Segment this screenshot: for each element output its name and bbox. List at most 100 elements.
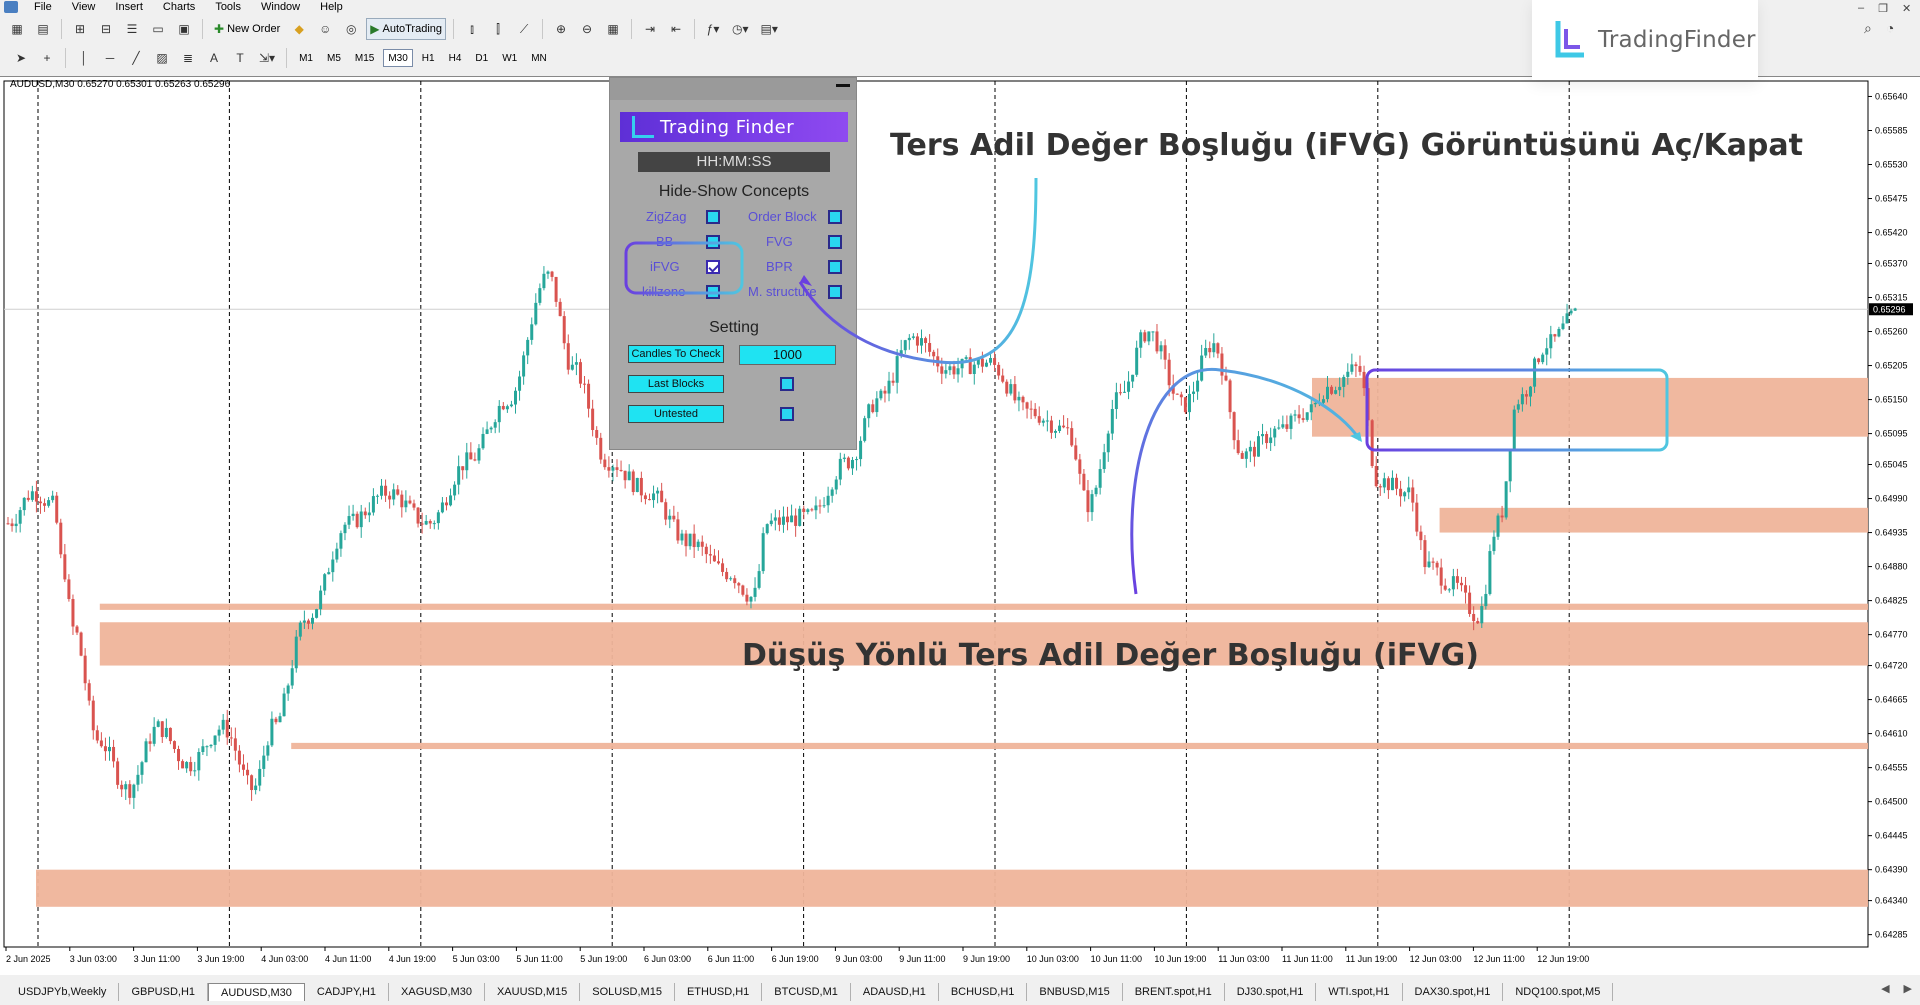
chart-tab[interactable]: ETHUSD,H1 — [675, 983, 763, 1001]
chart-tab[interactable]: BCHUSD,H1 — [939, 983, 1028, 1001]
chart-tab[interactable]: DAX30.spot,H1 — [1403, 983, 1504, 1001]
chart-tab[interactable]: DJ30.spot,H1 — [1225, 983, 1317, 1001]
last-blocks-button[interactable]: Last Blocks — [628, 375, 724, 393]
vertical-line-icon[interactable]: │ — [73, 47, 95, 69]
checkbox-untested[interactable] — [780, 407, 794, 421]
chart-canvas[interactable]: 2 Jun 2025 3 Jun 03:00 3 Jun 11:00 3 Jun 19… — [0, 77, 1920, 976]
candle-body — [1455, 576, 1459, 583]
minimize-icon[interactable]: – — [1858, 2, 1864, 15]
menu-charts[interactable]: Charts — [153, 0, 205, 14]
tile-windows-icon[interactable]: ▦ — [602, 18, 624, 40]
checkbox-fvg[interactable] — [828, 235, 842, 249]
chart-tab[interactable]: BNBUSD,M15 — [1027, 983, 1123, 1001]
menu-window[interactable]: Window — [251, 0, 310, 14]
timeframe-m30[interactable]: M30 — [383, 49, 413, 67]
cursor-icon[interactable]: ➤ — [10, 47, 32, 69]
metaeditor-icon[interactable]: ◆ — [288, 18, 310, 40]
trendline-icon[interactable]: ╱ — [125, 47, 147, 69]
profiles-icon[interactable]: ▤ — [32, 18, 54, 40]
menu-insert[interactable]: Insert — [105, 0, 153, 14]
y-tick-label: 0.64340 — [1875, 896, 1908, 906]
auto-scroll-icon[interactable]: ⇥ — [639, 18, 661, 40]
notification-icon[interactable]: ◔ — [1886, 20, 1894, 37]
tab-left-icon[interactable]: ◀ — [1881, 982, 1889, 995]
terminal-icon[interactable]: ▭ — [147, 18, 169, 40]
chart-tab[interactable]: XAGUSD,M30 — [389, 983, 485, 1001]
candles-to-check-input[interactable]: 1000 — [739, 345, 836, 365]
menu-tools[interactable]: Tools — [205, 0, 251, 14]
chart-window[interactable]: 2 Jun 2025 3 Jun 03:00 3 Jun 11:00 3 Jun 19… — [0, 76, 1920, 975]
checkbox-m-structure[interactable] — [828, 285, 842, 299]
zoom-in-icon[interactable]: ⊕ — [550, 18, 572, 40]
zoom-out-icon[interactable]: ⊖ — [576, 18, 598, 40]
untested-button[interactable]: Untested — [628, 405, 724, 423]
indicators-icon[interactable]: ƒ▾ — [702, 18, 724, 40]
new-order-icon: ✚ — [214, 22, 225, 36]
chart-tab[interactable]: GBPUSD,H1 — [119, 983, 209, 1001]
menu-view[interactable]: View — [62, 0, 106, 14]
templates-icon[interactable]: ▤▾ — [757, 18, 782, 40]
timeframe-h1[interactable]: H1 — [417, 49, 440, 67]
timeframe-w1[interactable]: W1 — [497, 49, 522, 67]
chart-tab[interactable]: BRENT.spot,H1 — [1123, 983, 1225, 1001]
checkbox-bb[interactable] — [706, 235, 720, 249]
panel-titlebar[interactable] — [610, 78, 856, 100]
chart-tab[interactable]: SOLUSD,M15 — [580, 983, 675, 1001]
search-icon[interactable]: ⌕ — [1864, 20, 1872, 37]
line-chart-icon[interactable]: ⟋ — [513, 18, 535, 40]
candle-body — [116, 761, 120, 785]
text-label-icon[interactable]: T — [229, 47, 251, 69]
navigator-icon[interactable]: ☰ — [121, 18, 143, 40]
panel-minimize-icon[interactable] — [836, 84, 850, 87]
tester-icon[interactable]: ▣ — [173, 18, 195, 40]
chart-tab[interactable]: BTCUSD,M1 — [762, 983, 851, 1001]
timeframe-m1[interactable]: M1 — [294, 49, 318, 67]
bar-chart-icon[interactable]: ⫾ — [461, 18, 483, 40]
chart-tab[interactable]: NDQ100.spot,M5 — [1503, 983, 1614, 1001]
candle-body — [1309, 404, 1313, 413]
checkbox-ifvg[interactable] — [706, 260, 720, 274]
timeframe-mn[interactable]: MN — [526, 49, 552, 67]
chart-tab[interactable]: ADAUSD,H1 — [851, 983, 939, 1001]
chart-tab[interactable]: XAUUSD,M15 — [485, 983, 581, 1001]
candles-to-check-button[interactable]: Candles To Check — [628, 345, 724, 363]
timeframe-d1[interactable]: D1 — [470, 49, 493, 67]
new-chart-icon[interactable]: ▦ — [6, 18, 28, 40]
options-icon[interactable]: ◎ — [340, 18, 362, 40]
checkbox-killzone[interactable] — [706, 285, 720, 299]
checkbox-last-blocks[interactable] — [780, 377, 794, 391]
timeframe-m5[interactable]: M5 — [322, 49, 346, 67]
fibonacci-icon[interactable]: ≣ — [177, 47, 199, 69]
text-icon[interactable]: A — [203, 47, 225, 69]
chart-tab[interactable]: USDJPYb,Weekly — [6, 983, 120, 1001]
candle-body — [1171, 385, 1175, 394]
chart-tab[interactable]: CADJPY,H1 — [305, 983, 390, 1001]
chart-tab[interactable]: WTI.spot,H1 — [1316, 983, 1403, 1001]
indicator-panel[interactable]: Trading Finder HH:MM:SS Hide-Show Concep… — [609, 77, 857, 450]
periods-icon[interactable]: ◷▾ — [728, 18, 753, 40]
restore-icon[interactable]: ❐ — [1878, 2, 1888, 15]
chart-shift-icon[interactable]: ⇤ — [665, 18, 687, 40]
checkbox-bpr[interactable] — [828, 260, 842, 274]
menu-help[interactable]: Help — [310, 0, 353, 14]
new-order-button[interactable]: ✚ New Order — [210, 18, 284, 40]
timeframe-h4[interactable]: H4 — [444, 49, 467, 67]
equidistant-channel-icon[interactable]: ▨ — [151, 47, 173, 69]
checkbox-zigzag[interactable] — [706, 210, 720, 224]
horizontal-line-icon[interactable]: ─ — [99, 47, 121, 69]
market-watch-icon[interactable]: ⊞ — [69, 18, 91, 40]
x-tick-label: 4 Jun 11:00 — [325, 954, 371, 964]
candlestick-icon[interactable]: ⫿ — [487, 18, 509, 40]
autotrading-button[interactable]: ▶ AutoTrading — [366, 18, 447, 40]
tab-right-icon[interactable]: ▶ — [1904, 982, 1912, 995]
checkbox-order-block[interactable] — [828, 210, 842, 224]
timeframe-m15[interactable]: M15 — [350, 49, 379, 67]
chart-tab[interactable]: AUDUSD,M30 — [208, 983, 305, 1001]
crosshair-icon[interactable]: + — [36, 47, 58, 69]
signals-icon[interactable]: ☺ — [314, 18, 336, 40]
close-icon[interactable]: ✕ — [1902, 2, 1911, 15]
data-window-icon[interactable]: ⊟ — [95, 18, 117, 40]
candle-body — [920, 338, 923, 346]
menu-file[interactable]: File — [24, 0, 62, 14]
arrows-icon[interactable]: ⇲▾ — [255, 47, 279, 69]
